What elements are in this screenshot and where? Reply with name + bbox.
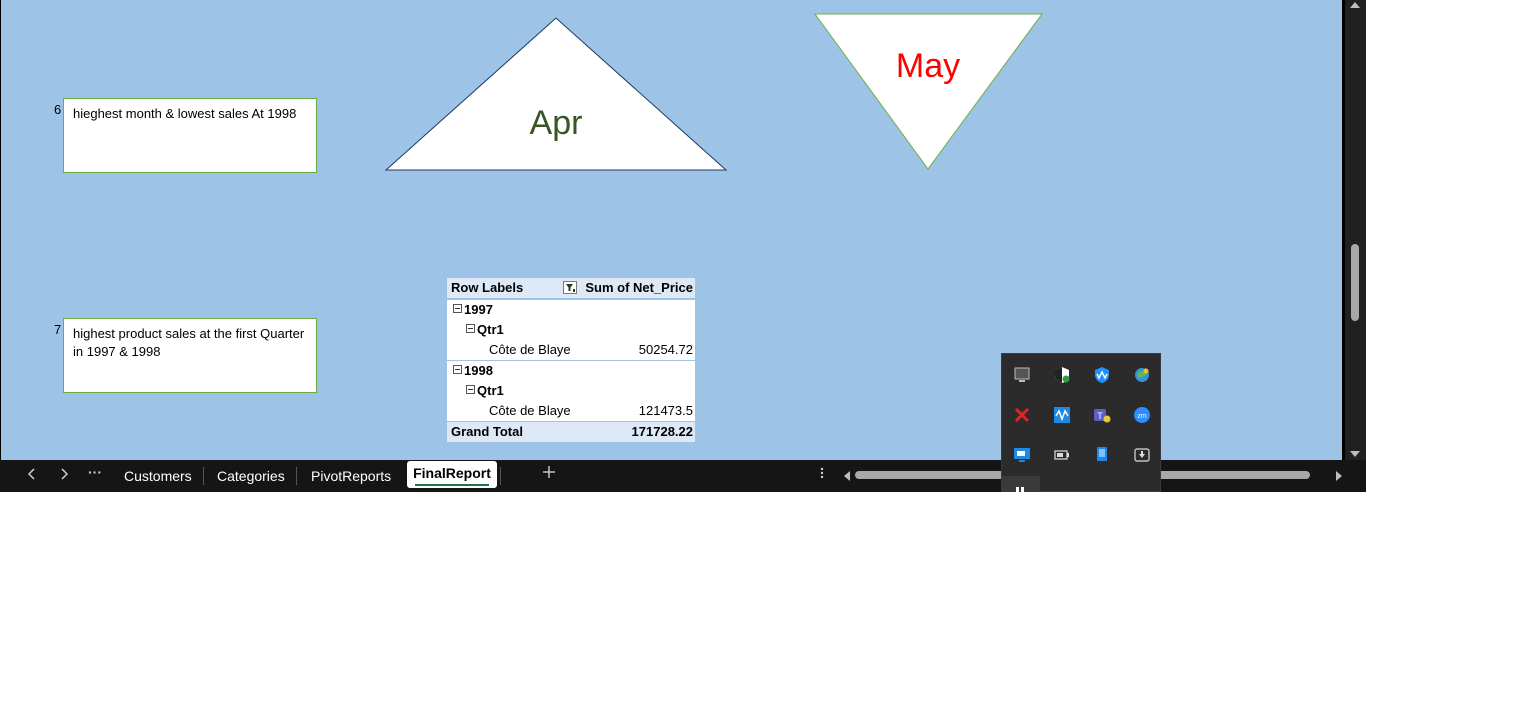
desktop-icon[interactable] (1013, 366, 1031, 384)
row-number-6: 6 (54, 102, 62, 117)
pivot-product-row[interactable]: Côte de Blaye 121473.5 (447, 401, 695, 421)
svg-text:zm: zm (1137, 413, 1147, 420)
quarter-label: Qtr1 (477, 383, 504, 398)
scroll-up-icon[interactable] (1350, 2, 1360, 8)
malwarebytes-icon[interactable] (1093, 366, 1111, 384)
sum-net-price-header: Sum of Net_Price (585, 280, 693, 295)
collapse-icon[interactable] (466, 324, 475, 334)
filter-dropdown-icon[interactable] (563, 281, 577, 294)
tray-bottom-strip (1002, 476, 1040, 492)
pivot-quarter-row[interactable]: Qtr1 (447, 320, 695, 340)
tab-finalreport-label: FinalReport (413, 465, 491, 481)
disabled-tool-icon[interactable] (1013, 406, 1031, 424)
grand-total-label: Grand Total (451, 424, 523, 439)
next-sheet-icon[interactable] (54, 467, 74, 483)
zoom-icon[interactable]: zm (1133, 406, 1151, 424)
more-sheets-icon[interactable]: ··· (85, 464, 105, 480)
svg-text:T: T (1097, 411, 1103, 421)
tab-split-options-icon[interactable] (812, 466, 832, 483)
tab-separator (203, 467, 204, 485)
pivot-quarter-row[interactable]: Qtr1 (447, 381, 695, 401)
scroll-down-icon[interactable] (1350, 451, 1360, 457)
active-tab-underline (415, 484, 489, 486)
tab-separator (500, 467, 501, 485)
collapse-icon[interactable] (453, 304, 462, 314)
triangle-up-shape[interactable] (384, 17, 728, 171)
pivot-header-row: Row Labels Sum of Net_Price (447, 278, 695, 299)
collapse-icon[interactable] (453, 365, 462, 375)
triangle-down-shape[interactable] (814, 13, 1043, 170)
phone-link-icon[interactable] (1093, 446, 1111, 464)
prev-sheet-icon[interactable] (22, 467, 42, 483)
triangle-up-label: Apr (530, 104, 583, 142)
year-label: 1998 (464, 363, 493, 378)
tab-separator (296, 467, 297, 485)
security-shield-icon[interactable] (1053, 366, 1071, 384)
pivot-product-row[interactable]: Côte de Blaye 50254.72 (447, 340, 695, 360)
battery-icon[interactable] (1053, 446, 1071, 464)
product-label: Côte de Blaye (489, 342, 571, 357)
pivot-year-row[interactable]: 1998 (447, 360, 695, 381)
vertical-scrollbar[interactable] (1345, 0, 1366, 460)
product-value: 121473.5 (638, 403, 693, 418)
teams-icon[interactable]: T (1093, 406, 1111, 424)
add-sheet-icon[interactable] (539, 465, 559, 481)
system-tray-overflow: T zm (1001, 353, 1161, 492)
pivot-table[interactable]: Row Labels Sum of Net_Price 1997 Qtr1 Cô… (447, 278, 695, 442)
row-number-7: 7 (54, 322, 62, 337)
year-label: 1997 (464, 302, 493, 317)
collapse-icon[interactable] (466, 385, 475, 395)
tab-pivotreports[interactable]: PivotReports (311, 467, 391, 485)
grand-total-value: 171728.22 (631, 424, 693, 439)
tab-customers[interactable]: Customers (124, 467, 192, 485)
triangle-down-label: May (896, 47, 960, 85)
remote-desktop-icon[interactable] (1013, 446, 1031, 464)
scroll-right-icon[interactable] (1329, 468, 1349, 484)
product-label: Côte de Blaye (489, 403, 571, 418)
waves-audio-icon[interactable] (1053, 406, 1071, 424)
row-labels-header: Row Labels (451, 280, 524, 295)
pivot-grand-total-row[interactable]: Grand Total 171728.22 (447, 421, 695, 442)
quarter-label: Qtr1 (477, 322, 504, 337)
question-textbox-6[interactable]: hieghest month & lowest sales At 1998 (63, 98, 317, 173)
safely-remove-icon[interactable] (1133, 446, 1151, 464)
pivot-year-row[interactable]: 1997 (447, 299, 695, 320)
excel-window: Apr May 6 hieghest month & lowest sales … (0, 0, 1366, 492)
tab-finalreport[interactable]: FinalReport (407, 461, 497, 488)
scroll-left-icon[interactable] (837, 468, 857, 484)
product-value: 50254.72 (638, 342, 693, 357)
network-globe-icon[interactable] (1133, 366, 1151, 384)
question-textbox-7[interactable]: highest product sales at the first Quart… (63, 318, 317, 393)
tab-categories[interactable]: Categories (217, 467, 285, 485)
vertical-scroll-thumb[interactable] (1351, 244, 1359, 321)
